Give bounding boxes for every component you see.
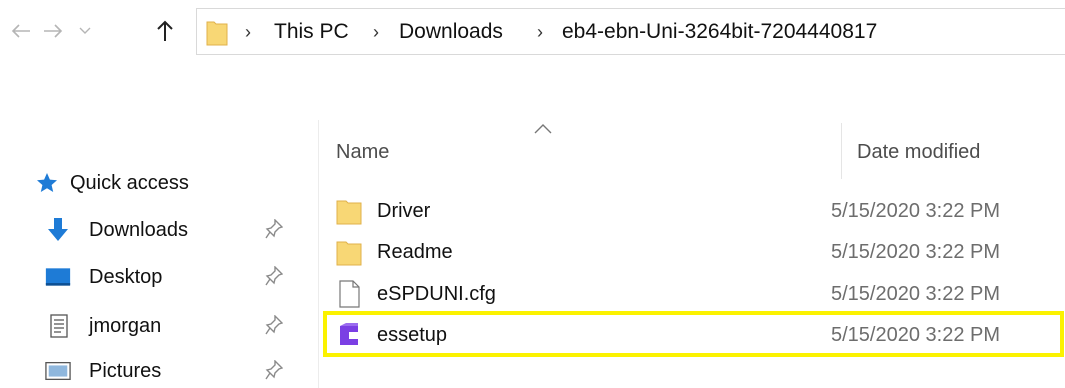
- arrow-up-icon: [157, 20, 173, 41]
- file-date-modified: 5/15/2020 3:22 PM: [831, 241, 1001, 263]
- pane-divider[interactable]: [318, 120, 319, 388]
- sidebar-item-label: Desktop: [89, 266, 163, 288]
- sidebar-item-pictures[interactable]: Pictures: [0, 350, 300, 388]
- breadcrumb-separator[interactable]: ›: [537, 22, 543, 42]
- star-icon: [34, 170, 60, 196]
- sidebar-item-quick-access[interactable]: Quick access: [0, 162, 300, 202]
- folder-icon: [336, 200, 362, 225]
- folder-icon: [336, 241, 362, 266]
- pictures-icon: [45, 358, 71, 384]
- column-header-date-modified[interactable]: Date modified: [857, 140, 980, 164]
- sort-ascending-icon: [534, 124, 552, 134]
- file-name: Readme: [377, 241, 453, 263]
- file-date-modified: 5/15/2020 3:22 PM: [831, 200, 1001, 222]
- sidebar-item-desktop[interactable]: Desktop: [0, 256, 300, 296]
- breadcrumb-current-folder[interactable]: eb4-ebn-Uni-3264bit-7204440817: [562, 20, 877, 44]
- arrow-right-icon: [44, 24, 63, 38]
- breadcrumb-separator[interactable]: ›: [373, 22, 379, 42]
- pin-icon[interactable]: [265, 219, 283, 239]
- file-name: eSPDUNI.cfg: [377, 283, 496, 305]
- sidebar-item-label: jmorgan: [89, 315, 162, 337]
- desktop-icon: [45, 264, 71, 290]
- pin-icon[interactable]: [265, 266, 283, 286]
- up-button[interactable]: [148, 14, 182, 48]
- column-divider[interactable]: [841, 123, 842, 179]
- breadcrumb-separator[interactable]: ›: [245, 22, 251, 42]
- forward-button[interactable]: [38, 14, 68, 48]
- breadcrumb-downloads[interactable]: Downloads: [399, 20, 503, 44]
- file-row-readme[interactable]: Readme 5/15/2020 3:22 PM: [326, 231, 1065, 273]
- folder-icon: [206, 21, 228, 46]
- breadcrumb-this-pc[interactable]: This PC: [274, 20, 349, 44]
- pin-icon[interactable]: [265, 360, 283, 380]
- download-arrow-icon: [45, 217, 71, 243]
- arrow-left-icon: [11, 24, 30, 38]
- address-bar[interactable]: › This PC › Downloads › eb4-ebn-Uni-3264…: [196, 8, 1065, 55]
- column-header-name[interactable]: Name: [336, 140, 389, 164]
- file-row-driver[interactable]: Driver 5/15/2020 3:22 PM: [326, 190, 1065, 232]
- pin-icon[interactable]: [265, 315, 283, 335]
- back-button[interactable]: [6, 14, 36, 48]
- document-icon: [46, 313, 72, 339]
- sidebar-item-label: Pictures: [89, 360, 162, 382]
- recent-locations-button[interactable]: [74, 14, 96, 48]
- chevron-down-icon: [79, 27, 91, 34]
- file-date-modified: 5/15/2020 3:22 PM: [831, 283, 1001, 305]
- file-icon: [339, 280, 360, 308]
- highlight-annotation: [323, 311, 1064, 357]
- sidebar-item-label: Quick access: [70, 172, 189, 194]
- file-row-espduni-cfg[interactable]: eSPDUNI.cfg 5/15/2020 3:22 PM: [326, 273, 1065, 315]
- file-name: Driver: [377, 200, 431, 222]
- sidebar-item-label: Downloads: [89, 219, 188, 241]
- sidebar-item-downloads[interactable]: Downloads: [0, 209, 300, 249]
- sidebar-item-jmorgan[interactable]: jmorgan: [0, 305, 300, 345]
